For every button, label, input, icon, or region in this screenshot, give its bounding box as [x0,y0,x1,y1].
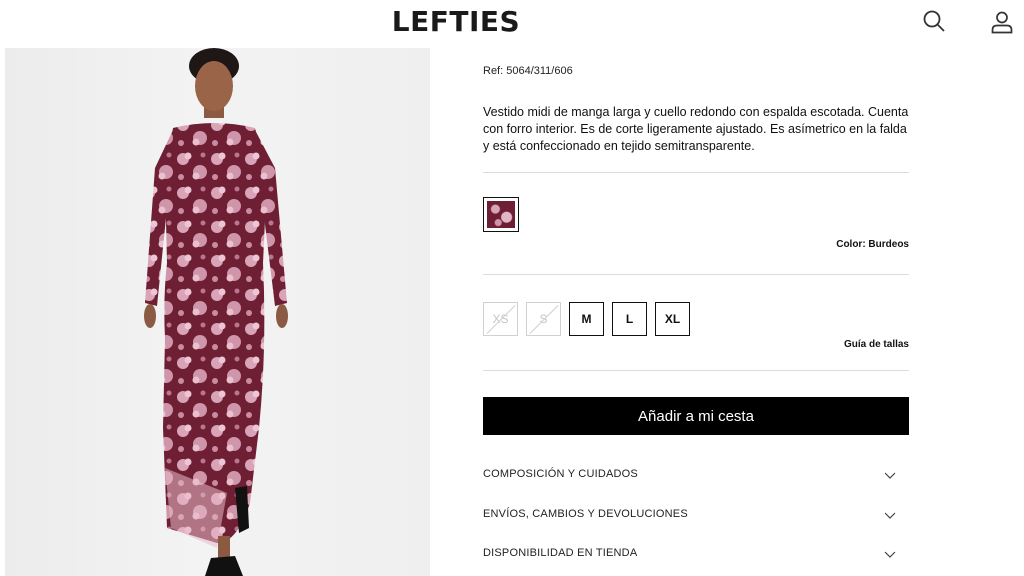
size-s-button[interactable]: S [526,302,561,336]
chevron-down-icon [884,551,896,558]
accordion-composition[interactable]: COMPOSICIÓN Y CUIDADOS [483,464,909,488]
divider [483,370,909,371]
product-reference: Ref: 5064/311/606 [483,65,573,77]
chevron-down-icon [884,472,896,479]
accordion-label: ENVÍOS, CAMBIOS Y DEVOLUCIONES [483,508,688,520]
size-xs-button[interactable]: XS [483,302,518,336]
header: LEFTIES [0,0,1024,48]
divider [483,172,909,173]
brand-logo[interactable]: LEFTIES [0,5,912,38]
user-icon[interactable] [988,8,1016,36]
size-selector: XS S M L XL [483,302,690,336]
accordion-store-availability[interactable]: DISPONIBILIDAD EN TIENDA [483,543,909,567]
add-to-cart-button[interactable]: Añadir a mi cesta [483,397,909,435]
divider [483,274,909,275]
search-icon[interactable] [921,8,949,36]
size-xl-button[interactable]: XL [655,302,690,336]
accordion-label: DISPONIBILIDAD EN TIENDA [483,547,638,559]
product-description: Vestido midi de manga larga y cuello red… [483,105,909,153]
swatch-image [487,201,515,228]
size-guide-link[interactable]: Guía de tallas [844,339,909,350]
accordion-shipping[interactable]: ENVÍOS, CAMBIOS Y DEVOLUCIONES [483,504,909,528]
model-illustration [144,48,288,576]
color-swatch-burdeos[interactable] [483,197,519,232]
chevron-down-icon [884,512,896,519]
accordion-label: COMPOSICIÓN Y CUIDADOS [483,468,638,480]
product-image[interactable] [5,48,430,576]
size-m-button[interactable]: M [569,302,604,336]
selected-color-label: Color: Burdeos [836,239,909,250]
size-l-button[interactable]: L [612,302,647,336]
